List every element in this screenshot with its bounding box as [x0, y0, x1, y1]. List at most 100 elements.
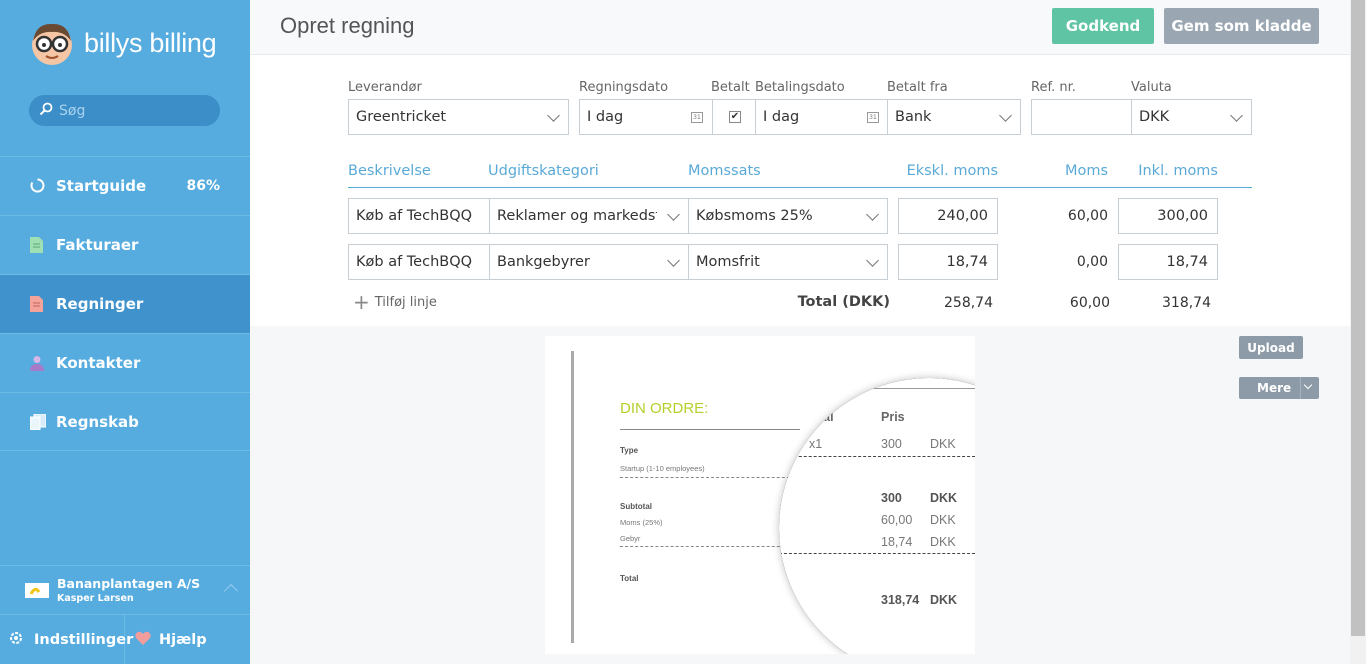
total-incl: 318,74 [1162, 295, 1211, 311]
lens-dashed-divider [779, 456, 975, 457]
lens-qty: x1 [809, 437, 823, 451]
chevron-down-icon [547, 109, 560, 122]
line-excl-input[interactable]: 18,74 [898, 244, 998, 280]
col-header-vat: Moms [1064, 163, 1108, 179]
user-name: Kasper Larsen [57, 593, 134, 604]
organization-switcher[interactable]: Bananplantagen A/S Kasper Larsen [0, 565, 250, 614]
help-button[interactable]: Hjælp [125, 615, 207, 664]
paid-label: Betalt [711, 80, 750, 95]
doc-type-value: Startup (1-10 employees) [620, 464, 705, 473]
vertical-scrollbar[interactable] [1350, 0, 1366, 664]
calendar-icon[interactable]: 31 [867, 112, 879, 123]
line-description-value: Køb af TechBQQ [356, 254, 473, 270]
nav-item-kontakter[interactable]: Kontakter [0, 333, 250, 392]
approve-button[interactable]: Godkend [1052, 8, 1154, 44]
lens-price: 300 [881, 437, 902, 451]
chevron-down-icon [999, 109, 1012, 122]
total-vat: 60,00 [1069, 295, 1110, 311]
organization-name: Bananplantagen A/S [57, 576, 201, 591]
doc-dashed-divider [620, 546, 800, 547]
line-category-select[interactable]: Reklamer og markedsføring [489, 198, 689, 234]
ref-input[interactable] [1031, 99, 1132, 135]
line-vat-rate-select[interactable]: Momsfrit [688, 244, 888, 280]
col-header-vat-rate: Momssats [688, 163, 761, 179]
calendar-icon[interactable]: 31 [691, 112, 703, 123]
line-vat-rate-select[interactable]: Købsmoms 25% [688, 198, 888, 234]
paid-checkbox-cell[interactable]: ✔ [712, 99, 756, 135]
nav-label: Regninger [56, 295, 144, 313]
line-vat-amount: 60,00 [1067, 208, 1108, 224]
chevron-up-icon [223, 583, 239, 599]
search-input[interactable] [59, 102, 199, 119]
col-header-description: Beskrivelse [348, 163, 431, 179]
supplier-select[interactable]: Greentricket [348, 99, 569, 135]
lens-vat-currency: DKK [930, 513, 956, 527]
chevron-down-icon [866, 254, 879, 267]
page-header: Opret regning Godkend Gem som kladde [250, 0, 1350, 55]
bill-date-field[interactable]: I dag 31 [579, 99, 713, 135]
nav-item-startguide[interactable]: Startguide 86% [0, 156, 250, 215]
button-separator [1300, 377, 1301, 399]
line-excl-input[interactable]: 240,00 [898, 198, 998, 234]
col-header-incl: Inkl. moms [1138, 163, 1218, 179]
settings-label: Indstillinger [34, 631, 134, 648]
currency-select[interactable]: DKK [1131, 99, 1252, 135]
line-vat-rate-value: Momsfrit [696, 254, 760, 270]
lens-currency: DKK [930, 437, 956, 451]
line-description-input[interactable]: Køb af TechBQQ [348, 244, 491, 280]
total-label: Total (DKK) [797, 294, 890, 310]
line-incl-value: 300,00 [1157, 208, 1208, 224]
brand-logo[interactable]: billys billing [28, 18, 217, 68]
organization-logo-icon [25, 583, 49, 598]
payment-date-value: I dag [763, 109, 800, 125]
nav-item-regninger[interactable]: Regninger [0, 274, 250, 333]
line-category-value: Reklamer og markedsføring [497, 208, 657, 224]
payment-date-label: Betalingsdato [755, 80, 845, 95]
line-description-input[interactable]: Køb af TechBQQ [348, 198, 491, 234]
doc-vat-label: Moms (25%) [620, 518, 663, 527]
nav-item-regnskab[interactable]: Regnskab [0, 392, 250, 451]
lens-total-value: 318,74 [881, 593, 920, 607]
nav-label: Fakturaer [56, 236, 139, 254]
nav-item-fakturaer[interactable]: Fakturaer [0, 215, 250, 274]
doc-dashed-divider [620, 477, 800, 478]
lens-dashed-divider [779, 553, 975, 554]
line-category-value: Bankgebyrer [497, 254, 590, 270]
main-nav: Startguide 86% Fakturaer Regninger Konta… [0, 156, 250, 451]
chevron-down-icon [1303, 380, 1313, 390]
ref-label: Ref. nr. [1031, 80, 1076, 95]
lens-col-price: Pris [881, 410, 905, 424]
scrollbar-thumb[interactable] [1351, 0, 1365, 636]
lens-total-currency: DKK [930, 593, 958, 607]
payment-date-field[interactable]: I dag 31 [755, 99, 889, 135]
document-margin-line [571, 351, 574, 643]
paid-from-select[interactable]: Bank [887, 99, 1021, 135]
lens-subtotal-currency: DKK [930, 491, 958, 505]
add-line-button[interactable]: + Tilføj linje [353, 292, 437, 312]
person-icon [30, 355, 44, 371]
gear-icon [8, 630, 24, 650]
line-excl-value: 240,00 [937, 208, 988, 224]
paid-checkbox[interactable]: ✔ [729, 111, 741, 123]
doc-subtotal-label: Subtotal [620, 502, 652, 511]
chevron-down-icon [1230, 109, 1243, 122]
magnifier-lens: tal Pris x1 300 DKK 300 DKK 60,00 DKK 18… [779, 378, 975, 654]
attachment-preview[interactable]: DIN ORDRE: Type Startup (1-10 employees)… [545, 336, 975, 654]
heart-icon [135, 631, 151, 649]
line-incl-input[interactable]: 300,00 [1118, 198, 1218, 234]
help-label: Hjælp [159, 631, 207, 648]
lens-fee-value: 18,74 [881, 535, 913, 549]
lens-divider [779, 388, 975, 389]
more-dropdown-button[interactable]: Mere [1239, 377, 1319, 399]
save-draft-button[interactable]: Gem som kladde [1164, 8, 1319, 44]
search-box[interactable] [29, 95, 220, 126]
doc-heading: DIN ORDRE: [620, 400, 709, 417]
line-incl-input[interactable]: 18,74 [1118, 244, 1218, 280]
upload-button[interactable]: Upload [1239, 336, 1303, 359]
bill-date-label: Regningsdato [579, 80, 669, 95]
line-category-select[interactable]: Bankgebyrer [489, 244, 689, 280]
col-header-category: Udgiftskategori [488, 163, 599, 179]
chevron-down-icon [866, 208, 879, 221]
nav-label: Regnskab [56, 412, 139, 431]
settings-button[interactable]: Indstillinger [0, 615, 133, 664]
